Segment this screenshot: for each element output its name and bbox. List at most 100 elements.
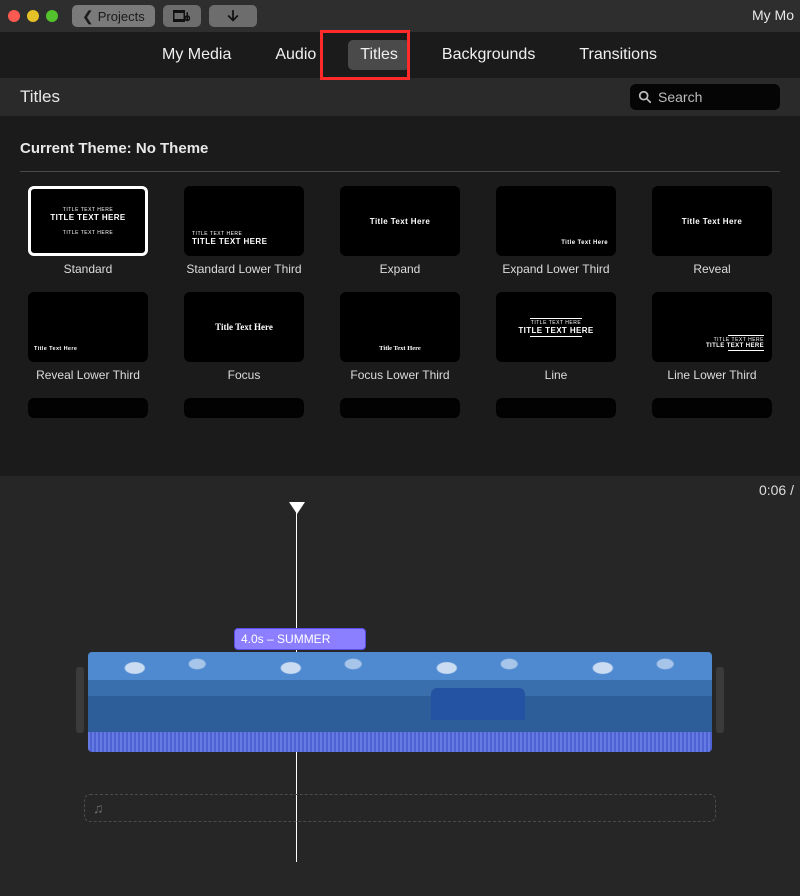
media-library-toggle-button[interactable] xyxy=(163,5,201,27)
title-tile-standard-lower-third[interactable]: TITLE TEXT HERE TITLE TEXT HERE Standard… xyxy=(176,186,312,276)
tile-thumbnail: Title Text Here xyxy=(652,186,772,256)
video-track xyxy=(84,652,716,752)
titles-grid: TITLE TEXT HERE TITLE TEXT HERE TITLE TE… xyxy=(20,186,780,418)
clip-trim-handle-left[interactable] xyxy=(76,667,84,733)
decorative-line xyxy=(728,335,764,336)
search-input[interactable] xyxy=(658,89,772,105)
title-tile-reveal-lower-third[interactable]: Title Text Here Reveal Lower Third xyxy=(20,292,156,382)
media-browser-tabs: My Media Audio Titles Backgrounds Transi… xyxy=(0,32,800,78)
search-field[interactable] xyxy=(630,84,780,110)
tab-my-media[interactable]: My Media xyxy=(150,40,243,70)
decorative-line xyxy=(530,318,582,319)
timecode-display: 0:06 / xyxy=(759,482,794,498)
thumb-sample-main: TITLE TEXT HERE xyxy=(706,343,764,349)
tile-label: Expand Lower Third xyxy=(502,262,609,276)
zoom-window-button[interactable] xyxy=(46,10,58,22)
tile-thumbnail xyxy=(340,398,460,418)
tile-thumbnail: Title Text Here xyxy=(340,292,460,362)
divider xyxy=(20,171,780,172)
filmstrip-icon xyxy=(173,10,191,22)
chevron-left-icon: ❮ xyxy=(82,8,94,25)
title-tile-expand[interactable]: Title Text Here Expand xyxy=(332,186,468,276)
tab-transitions[interactable]: Transitions xyxy=(567,40,669,70)
tile-label: Focus Lower Third xyxy=(350,368,449,382)
clip-thumbnails xyxy=(88,652,712,732)
title-tile-line-lower-third[interactable]: TITLE TEXT HERE TITLE TEXT HERE Line Low… xyxy=(644,292,780,382)
title-tile-cut[interactable] xyxy=(20,398,156,418)
video-clip[interactable] xyxy=(88,652,712,752)
title-tile-cut[interactable] xyxy=(644,398,780,418)
clip-frame xyxy=(88,652,244,732)
title-tile-reveal[interactable]: Title Text Here Reveal xyxy=(644,186,780,276)
titles-browser: Current Theme: No Theme TITLE TEXT HERE … xyxy=(0,116,800,476)
browser-subheader: Titles xyxy=(0,78,800,116)
title-tile-standard[interactable]: TITLE TEXT HERE TITLE TEXT HERE TITLE TE… xyxy=(20,186,156,276)
title-tile-line[interactable]: TITLE TEXT HERE TITLE TEXT HERE Line xyxy=(488,292,624,382)
thumb-sample-main: Title Text Here xyxy=(34,346,77,352)
title-tile-expand-lower-third[interactable]: Title Text Here Expand Lower Third xyxy=(488,186,624,276)
clip-audio-waveform xyxy=(88,732,712,752)
tab-backgrounds[interactable]: Backgrounds xyxy=(430,40,547,70)
clip-trim-handle-right[interactable] xyxy=(716,667,724,733)
tile-label: Reveal xyxy=(693,262,730,276)
thumb-sample-small2: TITLE TEXT HERE xyxy=(63,230,113,236)
title-tile-cut[interactable] xyxy=(488,398,624,418)
current-theme-row: Current Theme: No Theme xyxy=(20,140,780,172)
tile-label: Expand xyxy=(380,262,421,276)
projects-label: Projects xyxy=(98,9,145,24)
project-title: My Mo xyxy=(752,7,794,23)
timeline-track-area[interactable]: 4.0s – SUMMER ♫ xyxy=(0,504,800,824)
window-traffic-lights xyxy=(8,10,58,22)
tile-thumbnail xyxy=(28,398,148,418)
tab-audio[interactable]: Audio xyxy=(263,40,328,70)
tile-thumbnail: TITLE TEXT HERE TITLE TEXT HERE TITLE TE… xyxy=(28,186,148,256)
tile-label: Standard xyxy=(64,262,113,276)
music-note-icon: ♫ xyxy=(93,800,104,816)
thumb-sample-main: TITLE TEXT HERE xyxy=(192,237,267,246)
decorative-line xyxy=(530,336,582,337)
tile-thumbnail: TITLE TEXT HERE TITLE TEXT HERE xyxy=(496,292,616,362)
minimize-window-button[interactable] xyxy=(27,10,39,22)
clip-frame xyxy=(556,652,712,732)
thumb-sample-main: Title Text Here xyxy=(561,240,608,246)
tile-thumbnail: Title Text Here xyxy=(184,292,304,362)
timeline-title-clip[interactable]: 4.0s – SUMMER xyxy=(234,628,366,650)
browser-section-label: Titles xyxy=(20,87,60,107)
import-media-button[interactable] xyxy=(209,5,257,27)
thumb-sample-main: Title Text Here xyxy=(682,217,742,226)
thumb-sample-main: TITLE TEXT HERE xyxy=(518,326,593,335)
tile-thumbnail: Title Text Here xyxy=(340,186,460,256)
title-tile-focus[interactable]: Title Text Here Focus xyxy=(176,292,312,382)
title-tile-cut[interactable] xyxy=(332,398,468,418)
back-to-projects-button[interactable]: ❮ Projects xyxy=(72,5,155,27)
title-clip-label: 4.0s – SUMMER xyxy=(241,632,330,646)
thumb-sample-main: Title Text Here xyxy=(340,345,460,352)
decorative-line xyxy=(728,350,764,351)
tile-label: Line xyxy=(545,368,568,382)
tab-titles[interactable]: Titles xyxy=(348,40,410,70)
tile-label: Focus xyxy=(228,368,261,382)
tile-thumbnail: TITLE TEXT HERE TITLE TEXT HERE xyxy=(652,292,772,362)
tile-thumbnail: TITLE TEXT HERE TITLE TEXT HERE xyxy=(184,186,304,256)
theme-name: No Theme xyxy=(136,140,209,157)
tile-thumbnail xyxy=(652,398,772,418)
tile-label: Reveal Lower Third xyxy=(36,368,140,382)
clip-frame xyxy=(400,652,556,732)
background-music-well[interactable]: ♫ xyxy=(84,794,716,822)
tile-thumbnail xyxy=(184,398,304,418)
tile-thumbnail xyxy=(496,398,616,418)
thumb-sample-main: Title Text Here xyxy=(370,217,430,226)
title-tile-focus-lower-third[interactable]: Title Text Here Focus Lower Third xyxy=(332,292,468,382)
title-tile-cut[interactable] xyxy=(176,398,312,418)
close-window-button[interactable] xyxy=(8,10,20,22)
search-icon xyxy=(638,90,652,104)
window-toolbar: ❮ Projects My Mo xyxy=(0,0,800,32)
clip-frame xyxy=(244,652,400,732)
tile-thumbnail: Title Text Here xyxy=(28,292,148,362)
theme-prefix: Current Theme: xyxy=(20,140,136,157)
tile-label: Standard Lower Third xyxy=(186,262,301,276)
download-arrow-icon xyxy=(226,9,240,23)
thumb-sample-main: TITLE TEXT HERE xyxy=(50,213,125,222)
tile-thumbnail: Title Text Here xyxy=(496,186,616,256)
thumb-sample-main: Title Text Here xyxy=(215,322,273,332)
